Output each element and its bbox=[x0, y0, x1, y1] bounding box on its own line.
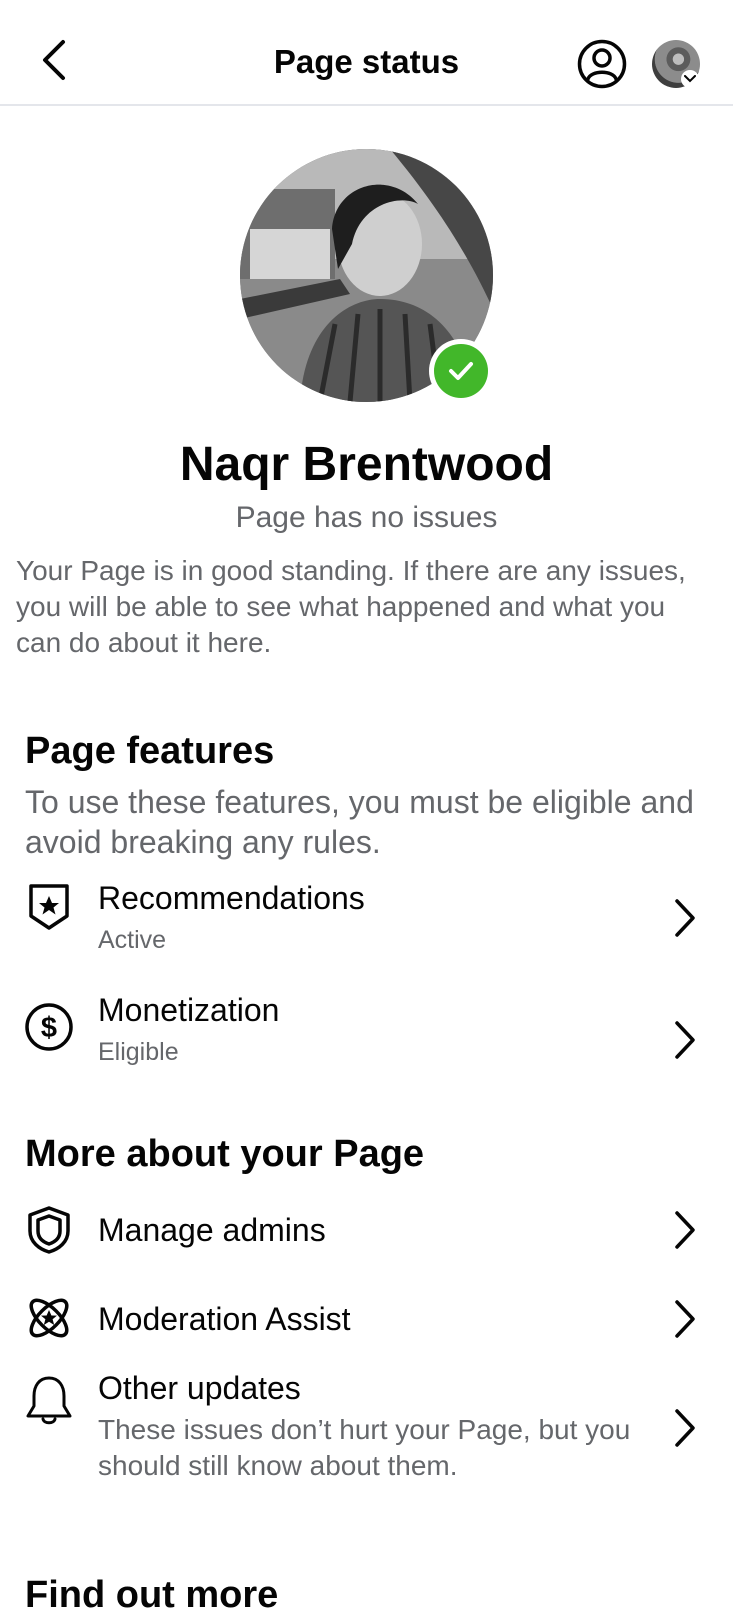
chevron-right-icon bbox=[670, 1406, 700, 1450]
feature-item-monetization[interactable]: $ Monetization Eligible bbox=[0, 990, 733, 1090]
more-item-description: These issues don’t hurt your Page, but y… bbox=[98, 1414, 631, 1481]
more-item-label: Moderation Assist bbox=[98, 1301, 351, 1337]
section-subtitle-page-features: To use these features, you must be eligi… bbox=[25, 784, 694, 860]
chevron-right-icon bbox=[670, 1018, 700, 1062]
chevron-right-icon bbox=[670, 1297, 700, 1341]
more-item-label: Manage admins bbox=[98, 1212, 326, 1248]
more-item-moderation-assist[interactable]: Moderation Assist bbox=[0, 1285, 733, 1357]
top-bar: Page status bbox=[0, 0, 733, 106]
page-name: Naqr Brentwood bbox=[179, 438, 554, 491]
feature-label: Recommendations bbox=[98, 880, 365, 916]
chevron-down-icon bbox=[684, 75, 696, 83]
shield-star-icon bbox=[22, 880, 76, 934]
more-item-manage-admins[interactable]: Manage admins bbox=[0, 1196, 733, 1268]
bell-icon bbox=[22, 1374, 76, 1428]
chevron-right-icon bbox=[670, 1208, 700, 1252]
feature-status: Eligible bbox=[98, 1038, 179, 1066]
feature-label: Monetization bbox=[98, 992, 280, 1028]
more-item-label: Other updates bbox=[98, 1370, 301, 1406]
page-status-summary: Page has no issues bbox=[235, 501, 498, 534]
more-item-other-updates[interactable]: Other updates These issues don’t hurt yo… bbox=[0, 1370, 733, 1512]
feature-status: Active bbox=[98, 926, 167, 954]
section-title-page-features: Page features bbox=[25, 730, 275, 772]
svg-text:$: $ bbox=[41, 1012, 57, 1044]
verified-check-badge bbox=[429, 339, 493, 403]
section-title-find-out-more: Find out more bbox=[25, 1574, 279, 1616]
page-status-description: Your Page is in good standing. If there … bbox=[16, 555, 686, 658]
account-switcher-chevron[interactable] bbox=[681, 70, 699, 88]
profile-button[interactable] bbox=[577, 39, 627, 89]
check-icon bbox=[449, 362, 473, 380]
shield-icon bbox=[22, 1203, 76, 1257]
chevron-right-icon bbox=[670, 896, 700, 940]
atom-star-icon bbox=[22, 1291, 76, 1345]
feature-item-recommendations[interactable]: Recommendations Active bbox=[0, 880, 733, 980]
profile-circle-icon bbox=[577, 39, 627, 89]
section-title-more-about: More about your Page bbox=[25, 1133, 425, 1175]
dollar-circle-icon: $ bbox=[22, 1000, 76, 1054]
